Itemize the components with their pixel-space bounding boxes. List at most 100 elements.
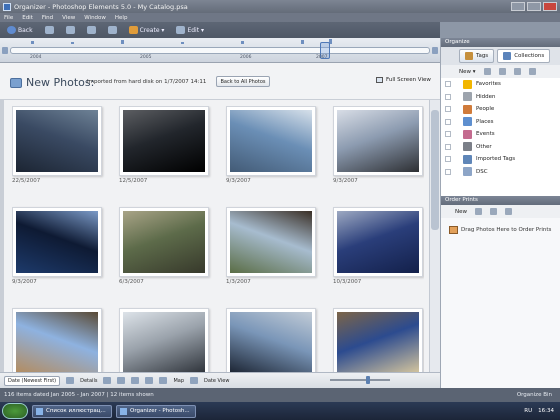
photo-thumbnail[interactable] <box>12 308 102 372</box>
tag-item[interactable]: Imported Tags <box>441 153 560 166</box>
photo-thumbnail[interactable] <box>226 308 316 372</box>
menu-view[interactable]: View <box>62 15 75 21</box>
display-button[interactable] <box>63 25 78 35</box>
photo-image <box>16 110 98 172</box>
map-icon <box>159 377 168 384</box>
order-prints-drop-area[interactable]: Drag Photos Here to Order Prints <box>441 218 560 388</box>
tag-item[interactable]: Events <box>441 128 560 141</box>
edit-button[interactable]: Edit ▾ <box>173 25 207 35</box>
thumbnail-size-slider[interactable] <box>330 376 390 384</box>
timeline[interactable]: 2004 2005 2006 2007 <box>0 38 440 63</box>
order-drop-hint: Drag Photos Here to Order Prints <box>449 226 551 234</box>
photo-date: 6/3/2007 <box>119 279 144 285</box>
photo-thumbnail[interactable]: 9/3/2007 <box>333 106 423 190</box>
taskbar-item-organizer[interactable]: Organizer - Photosh... <box>116 404 196 418</box>
tag-label: Favorites <box>476 81 501 88</box>
tab-tags[interactable]: Tags <box>459 49 495 63</box>
tag-checkbox[interactable] <box>445 168 451 175</box>
start-button[interactable] <box>2 403 28 419</box>
photo-thumbnail[interactable]: 12/5/2007 <box>119 106 209 190</box>
details-icon <box>66 377 75 384</box>
photo-thumbnail[interactable]: 1/3/2007 <box>226 207 316 291</box>
tag-item[interactable]: Places <box>441 116 560 129</box>
thumbnail-frame <box>119 106 209 176</box>
delete-tag-icon[interactable] <box>498 68 506 75</box>
scroll-thumb[interactable] <box>431 110 439 230</box>
photo-thumbnail[interactable] <box>119 308 209 372</box>
photo-thumbnail[interactable]: 9/3/2007 <box>12 207 102 291</box>
tag-checkbox[interactable] <box>445 81 451 88</box>
new-tag-button[interactable]: New ▾ <box>459 69 476 75</box>
timeline-right-arrow-icon[interactable] <box>432 47 438 54</box>
menu-window[interactable]: Window <box>84 15 106 21</box>
menu-edit[interactable]: Edit <box>22 15 33 21</box>
camera-icon <box>44 26 54 34</box>
sort-select[interactable]: Date (Newest First) <box>4 375 61 386</box>
rotate-button[interactable] <box>84 25 99 35</box>
tag-checkbox[interactable] <box>445 118 451 125</box>
date-view-button[interactable]: Date View <box>204 378 229 384</box>
photo-thumbnail[interactable]: 6/3/2007 <box>119 207 209 291</box>
tag-icon <box>465 52 473 60</box>
full-screen-view-button[interactable]: Full Screen View <box>376 77 431 83</box>
edit-tag-icon[interactable] <box>483 68 491 75</box>
organize-bin-toggle[interactable]: Organize Bin <box>517 392 552 398</box>
minimize-button[interactable] <box>511 2 525 11</box>
back-button[interactable]: Back <box>4 25 36 35</box>
lightbulb-icon[interactable] <box>528 68 536 75</box>
taskbar-item-document[interactable]: Список иллюстрац... <box>32 404 112 418</box>
order-new-button[interactable]: New <box>455 209 467 215</box>
tag-checkbox[interactable] <box>445 156 451 163</box>
photo-thumbnail[interactable]: 9/3/2007 <box>226 106 316 190</box>
photo-image <box>123 110 205 172</box>
rotate-left-icon[interactable] <box>131 377 140 384</box>
vertical-scrollbar[interactable] <box>429 100 440 372</box>
tag-item[interactable]: DSC <box>441 166 560 179</box>
create-button[interactable]: Create ▾ <box>126 25 168 35</box>
bottom-toolbar: Date (Newest First) Details Map Date Vie… <box>0 372 440 388</box>
tag-item[interactable]: Other <box>441 141 560 154</box>
back-to-all-photos-button[interactable]: Back to All Photos <box>216 76 270 87</box>
menu-file[interactable]: File <box>4 15 13 21</box>
details-toggle[interactable]: Details <box>80 378 97 384</box>
maximize-button[interactable] <box>527 2 541 11</box>
word-icon <box>36 407 43 415</box>
photo-thumbnail[interactable]: 22/5/2007 <box>12 106 102 190</box>
task-label: Список иллюстрац... <box>46 408 106 414</box>
delete-order-icon[interactable] <box>490 208 497 215</box>
tag-label: Hidden <box>476 93 496 100</box>
thumbnail-frame <box>333 308 423 372</box>
timeline-year-label: 2005 <box>140 55 152 60</box>
menu-find[interactable]: Find <box>42 15 53 21</box>
tag-checkbox[interactable] <box>445 93 451 100</box>
timeline-track[interactable] <box>10 39 430 54</box>
undo-icon[interactable] <box>103 377 112 384</box>
close-button[interactable] <box>543 2 557 11</box>
photo-image <box>123 312 205 372</box>
rotate-icon <box>86 26 96 34</box>
get-photos-button[interactable] <box>42 25 57 35</box>
sort-tags-icon[interactable] <box>513 68 521 75</box>
tag-label: People <box>476 106 495 113</box>
photo-image <box>16 312 98 372</box>
timeline-left-arrow-icon[interactable] <box>2 47 8 54</box>
tag-checkbox[interactable] <box>445 106 451 113</box>
tag-item[interactable]: Favorites <box>441 78 560 91</box>
menu-help[interactable]: Help <box>115 15 128 21</box>
photo-thumbnail[interactable] <box>333 308 423 372</box>
rotate-right-icon[interactable] <box>145 377 154 384</box>
share-button[interactable] <box>105 25 120 35</box>
edit-order-icon[interactable] <box>475 208 482 215</box>
order-settings-icon[interactable] <box>505 208 512 215</box>
photo-thumbnail[interactable]: 10/3/2007 <box>333 207 423 291</box>
redo-icon[interactable] <box>117 377 126 384</box>
tag-checkbox[interactable] <box>445 131 451 138</box>
language-indicator[interactable]: RU <box>524 408 532 414</box>
create-icon <box>128 26 138 34</box>
slider-knob[interactable] <box>366 376 370 384</box>
map-button[interactable]: Map <box>173 378 184 384</box>
tab-collections[interactable]: Collections <box>497 49 551 63</box>
tag-checkbox[interactable] <box>445 143 451 150</box>
tag-item[interactable]: People <box>441 103 560 116</box>
tag-item[interactable]: Hidden <box>441 91 560 104</box>
